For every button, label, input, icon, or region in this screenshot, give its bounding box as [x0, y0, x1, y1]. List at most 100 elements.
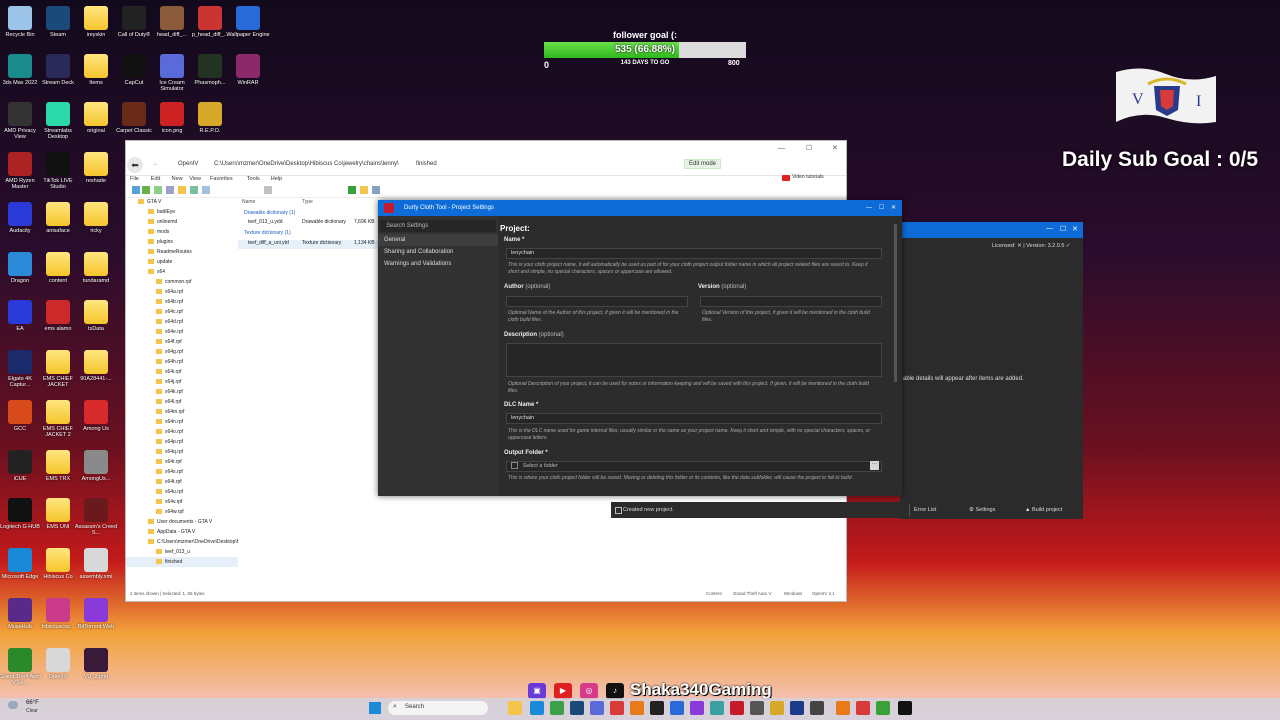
menu-item[interactable]: View [189, 176, 201, 182]
column-type[interactable]: Type [302, 199, 313, 205]
app-icon[interactable] [856, 701, 870, 715]
tree-item[interactable]: battlEye [126, 207, 238, 217]
desktop-icon[interactable]: ricky [74, 202, 118, 234]
scrollbar[interactable] [894, 224, 897, 382]
app-icon[interactable] [810, 701, 824, 715]
tree-item[interactable]: x64k.rpf [126, 387, 238, 397]
file-list[interactable]: Name Type Drawable dictionary (1) teef_0… [238, 197, 378, 397]
export-icon[interactable] [190, 186, 198, 194]
tree-item[interactable]: x64p.rpf [126, 437, 238, 447]
tree-item[interactable]: plugins [126, 237, 238, 247]
author-input[interactable] [506, 296, 688, 307]
edge-icon[interactable] [530, 701, 544, 715]
settings-titlebar[interactable]: Durty Cloth Tool - Project Settings — ☐ … [378, 200, 902, 216]
desktop-icon[interactable]: assembly.xml [74, 548, 118, 580]
tree-item[interactable]: x64e.rpf [126, 327, 238, 337]
tree-item[interactable]: x64 [126, 267, 238, 277]
tree-item[interactable]: x64c.rpf [126, 307, 238, 317]
address-path-end[interactable]: finished [416, 161, 437, 167]
desktop-icon[interactable]: reshade [74, 152, 118, 184]
menu-item[interactable]: Favorites [210, 176, 233, 182]
address-bar[interactable]: ⬅ → OpenIV C:\Users\mzmer\OneDrive\Deskt… [126, 157, 846, 176]
version-input[interactable] [700, 296, 882, 307]
tree-item[interactable]: x64v.rpf [126, 497, 238, 507]
maximize-button[interactable]: ☐ [806, 144, 812, 152]
app-icon[interactable] [690, 701, 704, 715]
app-icon[interactable] [710, 701, 724, 715]
dlc-name-input[interactable]: lenychain [506, 413, 882, 424]
app-icon[interactable] [750, 701, 764, 715]
xbox-icon[interactable] [876, 701, 890, 715]
build-project-button[interactable]: ▲ Build project [1021, 504, 1066, 516]
menu-item[interactable]: File [130, 176, 139, 182]
taskbar-search[interactable]: ⌕ Search [388, 701, 488, 715]
menu-item[interactable]: Tools [247, 176, 260, 182]
search-settings-input[interactable]: Search Settings [380, 220, 496, 232]
desktop-icon[interactable]: R.E.P.O. [188, 102, 232, 134]
star-icon[interactable] [360, 186, 368, 194]
name-input[interactable]: lenychain [506, 248, 882, 259]
tree-item[interactable]: x64t.rpf [126, 477, 238, 487]
file-explorer-icon[interactable] [508, 701, 522, 715]
chrome-icon[interactable] [550, 701, 564, 715]
tree-item[interactable]: User documents - GTA V [126, 517, 238, 527]
tree-item[interactable]: x64m.rpf [126, 407, 238, 417]
menu-item[interactable]: Help [271, 176, 282, 182]
steam-icon[interactable] [570, 701, 584, 715]
address-path[interactable]: C:\Users\mzmer\OneDrive\Desktop\Hibiscus… [214, 161, 399, 167]
desktop-icon[interactable]: VU_2.png [74, 648, 118, 680]
app-icon[interactable] [730, 701, 744, 715]
file-row[interactable]: teef_013_u.ydd Drawable dictionary 7,696… [238, 219, 378, 228]
menu-item[interactable]: Edit [151, 176, 160, 182]
settings-icon[interactable] [372, 186, 380, 194]
desktop-icon[interactable]: tsData [74, 300, 118, 332]
app-icon[interactable] [610, 701, 624, 715]
tree-item[interactable]: teef_013_u [126, 547, 238, 557]
back-button[interactable]: ⬅ [127, 157, 143, 173]
folder-tree[interactable]: GTA V battlEye onlinemd mods plugins ReadmeRo… [126, 197, 238, 581]
minimize-button[interactable]: — [778, 145, 785, 152]
tree-item[interactable]: C:\Users\mzmer\OneDrive\Desktop\H [126, 537, 238, 547]
tree-item[interactable]: x64i.rpf [126, 367, 238, 377]
desktop-icon[interactable]: Wallpaper Engine [226, 6, 270, 38]
play-icon[interactable] [154, 186, 162, 194]
tree-item[interactable]: mods [126, 227, 238, 237]
tree-item[interactable]: x64q.rpf [126, 447, 238, 457]
import-icon[interactable] [202, 186, 210, 194]
tree-item[interactable]: update [126, 257, 238, 267]
close-icon[interactable]: ✕ [891, 200, 896, 216]
windows-start-icon[interactable] [369, 702, 381, 714]
dcl-titlebar[interactable]: — ☐ ✕ [900, 222, 1083, 238]
nav-warnings[interactable]: Warnings and Validations [378, 258, 498, 270]
tree-item[interactable]: x64s.rpf [126, 467, 238, 477]
durty-cloth-tool-window[interactable]: — ☐ ✕ Licensed: ✕ | Version: 3.2.0.5 ✓ a… [900, 222, 1083, 519]
close-icon[interactable]: ✕ [1072, 225, 1078, 233]
tree-item[interactable]: common.rpf [126, 277, 238, 287]
tree-item[interactable]: onlinemd [126, 217, 238, 227]
edit-mode-button[interactable]: Edit mode [684, 159, 722, 169]
tree-item[interactable]: GTA V [126, 197, 238, 207]
search-icon[interactable] [264, 186, 272, 194]
tree-item[interactable]: x64f.rpf [126, 337, 238, 347]
error-list-button[interactable]: Error List [909, 504, 940, 516]
tree-item[interactable]: AppData - GTA V [126, 527, 238, 537]
description-input[interactable] [506, 343, 882, 377]
discord-icon[interactable] [590, 701, 604, 715]
minimize-button[interactable]: — [866, 200, 872, 216]
group-header[interactable]: Texture dictionary (1) [244, 230, 291, 236]
menu-item[interactable]: New [172, 176, 183, 182]
group-header[interactable]: Drawable dictionary (1) [244, 210, 295, 216]
tree-item[interactable]: finished [126, 557, 238, 567]
desktop-icon[interactable]: Among Us [74, 400, 118, 432]
refresh-icon[interactable] [132, 186, 140, 194]
tree-item[interactable]: x64h.rpf [126, 357, 238, 367]
maximize-button[interactable]: ☐ [1060, 225, 1066, 233]
add-icon[interactable] [142, 186, 150, 194]
desktop-icon[interactable]: WinRAR [226, 54, 270, 86]
tiktok-icon[interactable] [898, 701, 912, 715]
tree-item[interactable]: x64b.rpf [126, 297, 238, 307]
minimize-button[interactable]: — [1046, 225, 1053, 232]
column-name[interactable]: Name [242, 199, 255, 205]
output-folder-input[interactable]: Select a folder [506, 461, 882, 472]
tree-item[interactable]: x64r.rpf [126, 457, 238, 467]
